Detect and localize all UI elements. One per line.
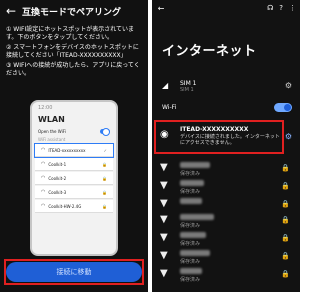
blurred-ssid (180, 214, 214, 220)
phone-network-name: Coolkit-3 (48, 189, 67, 195)
back-arrow-icon[interactable]: ← (0, 4, 22, 18)
wifi-icon: ◉ (160, 129, 169, 140)
wifi-icon: ◠ (41, 203, 46, 209)
wifi-icon: ◠ (41, 175, 46, 181)
wifi-icon: ▼ (160, 232, 168, 243)
lock-icon: 🔒 (102, 161, 107, 167)
instruction-list: ① WIFI設定にホットスポットが表示されています。下のボタンをタップしてくださ… (6, 26, 144, 80)
pairing-screen: ← 互換モードでペアリング ① WIFI設定にホットスポットが表示されています。… (0, 0, 148, 292)
network-row[interactable]: ▼ 保存済み 🔒 (152, 264, 300, 286)
page-title: 互換モードでペアリング (22, 7, 122, 18)
instruction-step-2: ② スマートフォンをデバイスのホットスポットに接続してください「ITEAD-XX… (6, 44, 139, 59)
lock-icon: 🔒 (102, 203, 107, 209)
lock-icon: 🔒 (281, 270, 290, 278)
wifi-icon: ▼ (160, 180, 168, 191)
pairing-header: ← 互換モードでペアリング (0, 0, 148, 22)
network-status: 保存済み (180, 277, 201, 283)
phone-illustration: 12:00 WLAN Open the WiFi WiFi assistant … (30, 100, 118, 256)
blurred-ssid (180, 250, 210, 256)
phone-status-bar: 12:00 (38, 105, 53, 111)
check-icon: ✓ (103, 147, 107, 153)
settings-header: ← ☊ ? ⋮ (152, 2, 300, 14)
phone-network-name: Coolkit-1 (48, 161, 67, 167)
connected-ssid: ITEAD-XXXXXXXXXX (180, 126, 249, 133)
sim-name: SIM 1 (180, 80, 197, 87)
lock-icon: 🔒 (281, 182, 290, 190)
sim-row[interactable]: ◢ SIM 1 SIM 1 ⚙ (152, 78, 300, 96)
lock-icon: 🔒 (281, 200, 290, 208)
more-icon[interactable]: ⋮ (289, 4, 296, 12)
wifi-icon: ▼ (160, 162, 168, 173)
page-title: インターネット (162, 44, 257, 59)
back-arrow-icon[interactable]: ← (152, 4, 170, 13)
wifi-switch[interactable] (274, 103, 292, 112)
lock-icon: 🔒 (281, 234, 290, 242)
phone-network-item: ◠ ITEAD-xxxxxxxxxx ✓ (34, 143, 114, 158)
header-icons: ☊ ? ⋮ (267, 4, 300, 12)
instruction-step-3: ③ WIFIへの接続が成功したら、アプリに戻ってください。 (6, 62, 140, 77)
phone-network-item: ◠ Coolkit-3 🔒 (35, 186, 113, 199)
go-to-connection-button[interactable]: 接続に移動 (6, 262, 142, 282)
blurred-ssid (180, 162, 210, 168)
wifi-icon: ▼ (160, 268, 168, 279)
blurred-ssid (180, 198, 202, 204)
phone-network-name: Coolkit-HW-2.4G (48, 203, 82, 209)
sim-status: SIM 1 (180, 87, 194, 93)
lock-icon: 🔒 (281, 216, 290, 224)
phone-toggle-label: Open the WiFi (38, 129, 66, 134)
phone-network-item: ◠ Coolkit-1 🔒 (35, 158, 113, 171)
phone-network-name: Coolkit-2 (48, 175, 67, 181)
phone-network-item: ◠ Coolkit-HW-2.4G 🔒 (35, 200, 113, 213)
wifi-icon: ◠ (41, 189, 46, 195)
wifi-icon: ▼ (160, 198, 168, 209)
phone-wlan-title: WLAN (38, 115, 65, 124)
lock-icon: 🔒 (281, 252, 290, 260)
signal-icon: ◢ (162, 81, 169, 90)
wifi-icon: ▼ (160, 214, 168, 225)
wifi-label: Wi-Fi (162, 104, 177, 111)
gear-icon[interactable]: ⚙ (285, 132, 292, 141)
lock-icon: 🔒 (281, 164, 290, 172)
instruction-step-1: ① WIFI設定にホットスポットが表示されています。下のボタンをタップしてくださ… (6, 26, 135, 41)
lock-icon: 🔒 (102, 189, 107, 195)
headset-icon[interactable]: ☊ (267, 4, 273, 12)
connected-status: デバイスに接続されました。インターネットにアクセスできません。 (180, 134, 280, 146)
phone-network-item: ◠ Coolkit-2 🔒 (35, 172, 113, 185)
connected-network-row[interactable]: ◉ ITEAD-XXXXXXXXXX デバイスに接続されました。インターネットに… (152, 122, 300, 154)
wifi-toggle-row: Wi-Fi (152, 101, 300, 115)
phone-wifi-toggle-row: Open the WiFi (32, 127, 116, 136)
blurred-ssid (180, 268, 202, 274)
wifi-icon: ▼ (160, 250, 168, 261)
phone-toggle-icon (100, 128, 110, 136)
blurred-ssid (180, 232, 206, 238)
internet-settings-screen: ← ☊ ? ⋮ インターネット ◢ SIM 1 SIM 1 ⚙ Wi-Fi ◉ … (152, 0, 300, 292)
help-icon[interactable]: ? (279, 4, 283, 12)
blurred-ssid (180, 180, 204, 186)
wifi-icon: ◠ (41, 161, 46, 167)
gear-icon[interactable]: ⚙ (285, 81, 292, 90)
phone-sub-label: WiFi assistant (38, 137, 66, 142)
wifi-icon: ◠ (41, 147, 46, 153)
phone-network-name: ITEAD-xxxxxxxxxx (48, 147, 86, 153)
lock-icon: 🔒 (102, 175, 107, 181)
